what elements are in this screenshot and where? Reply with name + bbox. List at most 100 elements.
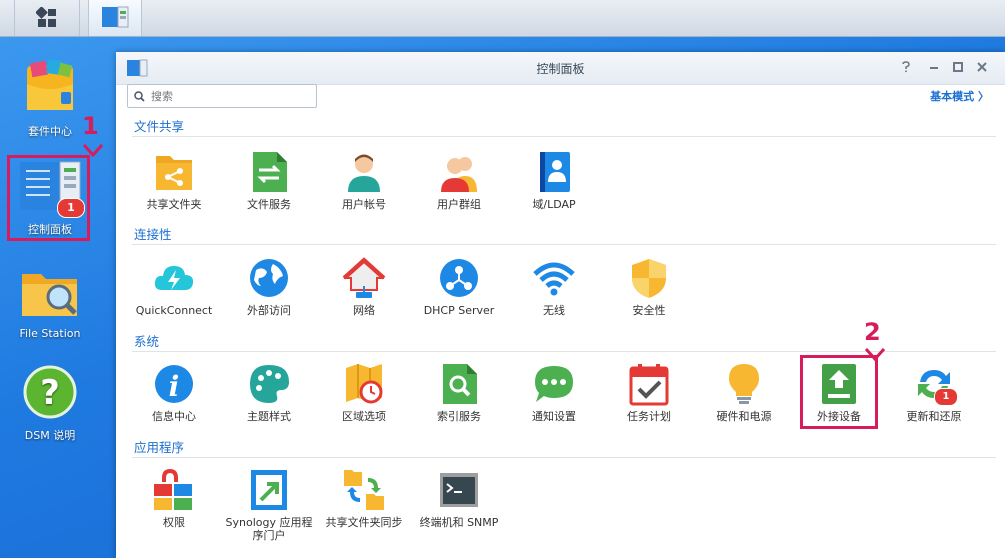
item-label: 硬件和电源 [716, 410, 772, 423]
item-label: 区域选项 [342, 410, 386, 423]
palette-icon [250, 365, 289, 403]
section-title-system: 系统 [134, 334, 160, 349]
quickconnect-cloud-icon [154, 266, 194, 290]
item-label: 用户帐号 [342, 198, 386, 211]
taskbar [0, 0, 1005, 37]
item-label: 安全性 [632, 304, 666, 317]
item-label: 网络 [353, 304, 375, 317]
item-task-scheduler[interactable]: 任务计划 [603, 362, 695, 423]
shield-icon [632, 259, 666, 298]
search-icon [134, 90, 145, 102]
svg-text:?: ? [40, 373, 60, 413]
file-station-folder-icon [22, 274, 77, 316]
item-network[interactable]: 网络 [318, 256, 410, 317]
item-application-portal[interactable]: Synology 应用程序门户 [223, 468, 315, 542]
control-panel-icon [102, 6, 129, 28]
main-menu-icon [36, 7, 56, 27]
globe-icon [250, 259, 288, 297]
item-terminal-snmp[interactable]: 终端机和 SNMP [413, 468, 505, 529]
item-shared-folder-sync[interactable]: 共享文件夹同步 [318, 468, 410, 529]
minimize-icon [930, 67, 938, 69]
chat-bubble-icon [535, 366, 573, 402]
terminal-icon [440, 473, 478, 507]
section-title-connectivity: 连接性 [134, 227, 172, 242]
item-label: Synology 应用程序门户 [225, 516, 313, 542]
application-portal-icon [251, 470, 287, 510]
item-label: 共享文件夹同步 [325, 516, 403, 529]
user-group-icon [441, 157, 477, 192]
basic-mode-link[interactable]: 基本模式 〉 [930, 88, 989, 104]
item-security[interactable]: 安全性 [603, 256, 695, 317]
item-label: 更新和还原 [906, 410, 962, 423]
section-title-applications: 应用程序 [134, 440, 185, 455]
window-title: 控制面板 [536, 62, 585, 76]
item-label: 无线 [543, 304, 565, 317]
maximize-button[interactable] [949, 58, 967, 76]
item-regional-options[interactable]: 区域选项 [318, 362, 410, 423]
item-label: 索引服务 [437, 410, 481, 423]
wifi-icon [533, 262, 575, 296]
shared-folder-icon [156, 156, 192, 190]
item-notification[interactable]: 通知设置 [508, 362, 600, 423]
item-wireless[interactable]: 无线 [508, 256, 600, 317]
item-label: 终端机和 SNMP [419, 516, 499, 529]
item-domain-ldap[interactable]: 域/LDAP [508, 150, 600, 211]
item-info-center[interactable]: i 信息中心 [128, 362, 220, 423]
item-label: 域/LDAP [532, 198, 576, 211]
item-label: 用户群组 [437, 198, 481, 211]
map-clock-icon [346, 364, 383, 404]
item-label: 共享文件夹 [146, 198, 202, 211]
desktop-icon-label: File Station [19, 327, 81, 340]
network-house-icon [342, 257, 386, 298]
item-label: 信息中心 [152, 410, 196, 423]
item-user-group[interactable]: 用户群组 [413, 150, 505, 211]
file-services-icon [253, 152, 287, 192]
user-icon [348, 154, 380, 192]
item-label: 权限 [163, 516, 185, 529]
item-label: 任务计划 [627, 410, 671, 423]
step-two-arrow-icon [864, 347, 886, 362]
dhcp-server-icon [440, 259, 478, 297]
close-icon [977, 62, 987, 72]
privileges-lock-icon [154, 468, 192, 510]
index-search-icon [443, 364, 477, 404]
desktop-icon-label: DSM 说明 [24, 429, 76, 442]
item-theme[interactable]: 主题样式 [223, 362, 315, 423]
item-shared-folder[interactable]: 共享文件夹 [128, 150, 220, 211]
badge-count: 1 [942, 391, 950, 402]
help-button[interactable] [897, 58, 915, 76]
search-field[interactable] [127, 84, 317, 108]
item-hardware-power[interactable]: 硬件和电源 [698, 362, 790, 423]
highlight-control-panel [7, 155, 90, 241]
desktop-file-station[interactable]: File Station [4, 264, 96, 340]
item-file-services[interactable]: 文件服务 [223, 150, 315, 211]
item-label: 主题样式 [247, 410, 291, 423]
item-quickconnect[interactable]: QuickConnect [128, 256, 220, 317]
item-label: DHCP Server [423, 304, 495, 317]
taskbar-control-panel[interactable] [88, 0, 142, 36]
lightbulb-icon [729, 364, 759, 404]
domain-ldap-icon [540, 152, 570, 192]
search-input[interactable] [149, 88, 313, 104]
section-divider [132, 136, 996, 137]
section-title-file-sharing: 文件共享 [134, 119, 185, 134]
close-button[interactable] [973, 58, 991, 76]
help-icon [902, 61, 910, 73]
window-titlebar[interactable]: 控制面板 [116, 52, 1005, 85]
item-indexing-service[interactable]: 索引服务 [413, 362, 505, 423]
info-icon: i [155, 365, 193, 403]
desktop-dsm-help[interactable]: ? DSM 说明 [4, 364, 96, 443]
main-menu-button[interactable] [14, 0, 80, 36]
item-label: 文件服务 [247, 198, 291, 211]
highlight-external-devices [800, 355, 878, 429]
item-dhcp-server[interactable]: DHCP Server [413, 256, 505, 317]
item-external-access[interactable]: 外部访问 [223, 256, 315, 317]
item-label: 外部访问 [247, 304, 291, 317]
maximize-icon [953, 62, 963, 72]
svg-text:i: i [169, 370, 180, 403]
item-label: 通知设置 [532, 410, 576, 423]
item-privileges[interactable]: 权限 [128, 468, 220, 529]
minimize-button[interactable] [925, 58, 943, 76]
folder-sync-icon [344, 470, 384, 510]
item-user-account[interactable]: 用户帐号 [318, 150, 410, 211]
